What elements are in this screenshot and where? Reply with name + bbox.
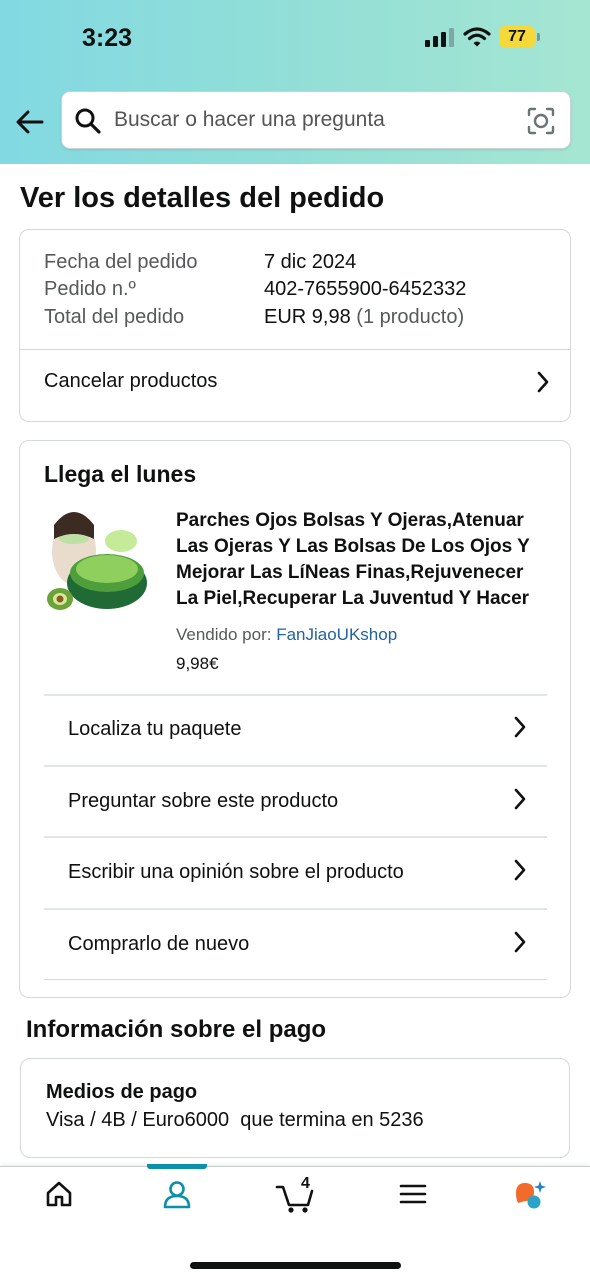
chevron-right-icon <box>514 931 526 953</box>
order-total-value: EUR 9,98 (1 producto) <box>264 306 464 329</box>
menu-icon <box>399 1184 427 1204</box>
product-title[interactable]: Parches Ojos Bolsas Y Ojeras,Atenuar Las… <box>176 508 546 612</box>
page-title: Ver los detalles del pedido <box>20 182 385 214</box>
shipment-card: Llega el lunes Parches Ojos Bolsas Y Oje… <box>19 440 571 998</box>
order-total-label: Total del pedido <box>44 306 185 328</box>
cancel-products-label: Cancelar productos <box>44 370 218 392</box>
back-arrow-icon[interactable] <box>14 106 46 138</box>
product-image[interactable] <box>42 503 154 615</box>
payment-methods-heading: Medios de pago <box>46 1081 198 1103</box>
payment-section-title: Información sobre el pago <box>26 1016 327 1043</box>
nav-account[interactable] <box>147 1179 207 1225</box>
arrival-heading: Llega el lunes <box>44 461 197 487</box>
order-summary-card: Fecha del pedido 7 dic 2024 Pedido n.º 4… <box>19 229 571 422</box>
chevron-right-icon <box>514 716 526 738</box>
order-date-value: 7 dic 2024 <box>264 251 357 273</box>
order-date-label: Fecha del pedido <box>44 251 198 273</box>
chevron-right-icon <box>514 859 526 881</box>
nav-cart[interactable]: 4 <box>265 1175 325 1225</box>
seller-row: Vendido por: FanJiaoUKshop <box>176 625 397 645</box>
product-price: 9,98€ <box>176 654 219 673</box>
divider <box>44 765 547 767</box>
home-icon <box>46 1181 72 1207</box>
wifi-icon <box>463 27 491 47</box>
order-total-qty: (1 producto) <box>356 306 465 328</box>
home-indicator <box>190 1262 401 1269</box>
sold-by-label: Vendido por: <box>176 625 272 644</box>
payment-card: Medios de pago Visa / 4B / Euro6000 que … <box>20 1058 570 1158</box>
order-number-label: Pedido n.º <box>44 278 136 300</box>
nav-rufus[interactable] <box>500 1179 560 1225</box>
status-icons: 77 <box>425 26 540 48</box>
action-label: Escribir una opinión sobre el producto <box>68 861 404 883</box>
action-label: Comprarlo de nuevo <box>68 933 250 955</box>
divider <box>44 979 547 980</box>
battery-icon: 77 <box>499 26 540 48</box>
order-date-row: Fecha del pedido 7 dic 2024 <box>44 251 356 274</box>
search-input[interactable] <box>114 108 514 132</box>
battery-level: 77 <box>499 26 535 48</box>
status-time: 3:23 <box>82 24 133 52</box>
divider <box>44 836 547 838</box>
payment-method-detail: Visa / 4B / Euro6000 que termina en 5236 <box>46 1109 424 1131</box>
account-icon <box>163 1181 191 1209</box>
chevron-right-icon <box>537 371 549 393</box>
cart-icon: 4 <box>275 1175 315 1215</box>
nav-home[interactable] <box>29 1179 89 1225</box>
divider <box>44 908 547 910</box>
ask-about-product-link[interactable]: Preguntar sobre este producto <box>44 768 547 838</box>
cart-count-badge: 4 <box>301 1175 310 1192</box>
search-icon <box>75 108 101 134</box>
chevron-right-icon <box>514 788 526 810</box>
signal-icon <box>425 28 454 47</box>
order-number-value: 402-7655900-6452332 <box>264 278 467 300</box>
write-review-link[interactable]: Escribir una opinión sobre el producto <box>44 839 547 909</box>
order-total-row: Total del pedido EUR 9,98 (1 producto) <box>44 306 464 329</box>
ai-assistant-icon <box>516 1181 546 1209</box>
nav-active-indicator <box>147 1164 207 1169</box>
search-bar[interactable] <box>61 91 571 149</box>
order-number-row: Pedido n.º 402-7655900-6452332 <box>44 278 466 301</box>
action-label: Preguntar sobre este producto <box>68 790 339 812</box>
track-package-link[interactable]: Localiza tu paquete <box>44 696 547 766</box>
action-label: Localiza tu paquete <box>68 718 242 740</box>
seller-link[interactable]: FanJiaoUKshop <box>276 625 397 644</box>
nav-menu[interactable] <box>383 1179 443 1225</box>
order-total-amount: EUR 9,98 <box>264 306 351 328</box>
camera-search-icon[interactable] <box>526 106 556 136</box>
buy-again-link[interactable]: Comprarlo de nuevo <box>44 911 547 981</box>
